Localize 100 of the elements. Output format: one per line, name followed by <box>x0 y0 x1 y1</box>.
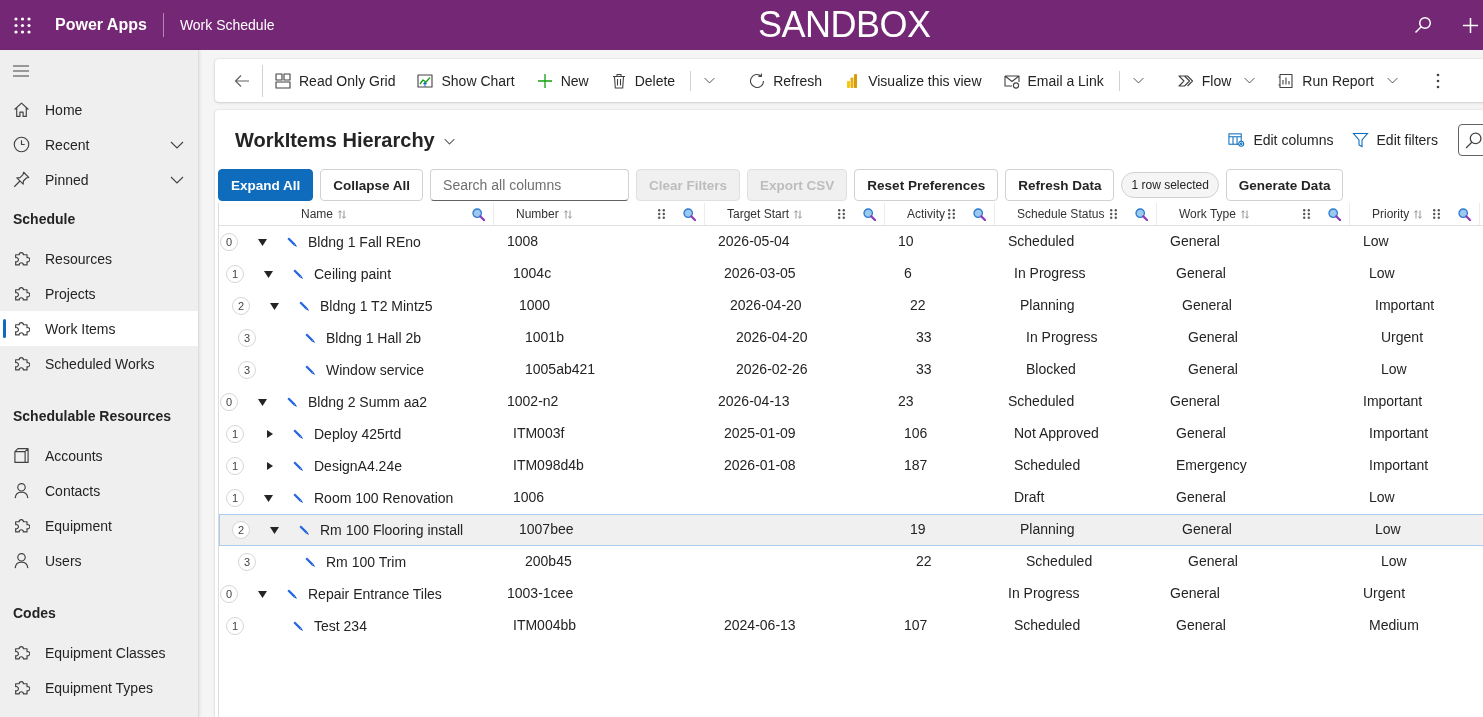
grip-icon[interactable] <box>838 209 845 219</box>
table-cell-text: General <box>1169 585 1221 601</box>
nav-item[interactable]: Scheduled Works <box>0 346 198 381</box>
nav-item[interactable]: Users <box>0 543 198 578</box>
search-icon[interactable] <box>472 207 485 221</box>
table-row[interactable]: 1 Deploy 425rtd ITM003f 2025-01-09 106 Not Approved General Important <box>219 418 1483 450</box>
column-header[interactable]: Priority <box>1350 203 1480 225</box>
command-button[interactable]: Email a Link <box>992 60 1115 101</box>
nav-item[interactable]: Equipment <box>0 508 198 543</box>
report-icon <box>1278 72 1295 89</box>
level-badge: 1 <box>226 425 244 443</box>
search-icon <box>1465 131 1482 149</box>
nav-item[interactable]: Pinned <box>0 162 198 197</box>
caret-right-icon[interactable] <box>267 430 273 438</box>
caret-down-icon[interactable] <box>269 302 279 310</box>
grip-icon[interactable] <box>1303 209 1310 219</box>
nav-item[interactable]: Equipment Types <box>0 670 198 705</box>
puzzle-icon <box>13 517 30 534</box>
back-arrow-icon[interactable] <box>234 72 250 89</box>
table-row[interactable]: 1 Ceiling paint 1004c 2026-03-05 6 In Progress General Low <box>219 258 1483 290</box>
search-icon[interactable] <box>1414 16 1432 34</box>
caret-down-icon[interactable] <box>263 270 273 278</box>
caret-down-icon[interactable] <box>257 590 267 598</box>
caret-right-icon[interactable] <box>267 462 273 470</box>
double-chevron-icon <box>1177 72 1194 89</box>
table-row[interactable]: 0 Bldng 2 Summ aa2 1002-n2 2026-04-13 23 Scheduled General Important <box>219 386 1483 418</box>
search-icon[interactable] <box>1458 207 1471 221</box>
table-row[interactable]: 3 Rm 100 Trim 200b45 22 Scheduled General Low <box>219 546 1483 578</box>
nav-item[interactable]: Resources <box>0 241 198 276</box>
command-button[interactable]: Flow <box>1166 60 1268 101</box>
table-cell: Rm 100 Trim <box>326 554 407 570</box>
command-button[interactable]: Delete <box>599 60 687 101</box>
table-cell-text: 2026-05-04 <box>717 233 791 249</box>
refresh-icon <box>749 72 766 89</box>
plus-icon[interactable] <box>1462 16 1479 34</box>
table-row[interactable]: 2 Bldng 1 T2 Mintz5 1000 2026-04-20 22 Planning General Important <box>219 290 1483 322</box>
column-header[interactable]: Target Start <box>705 203 885 225</box>
table-cell-text: General <box>1175 265 1227 281</box>
table-row[interactable]: 1 Test 234 ITM004bb 2024-06-13 107 Scheduled General Medium <box>219 610 1483 642</box>
nav-item[interactable]: Accounts <box>0 438 198 473</box>
sort-icon <box>1414 209 1423 219</box>
waffle-icon[interactable] <box>14 16 31 34</box>
search-icon[interactable] <box>1328 207 1341 221</box>
box-icon <box>13 447 30 464</box>
grip-icon[interactable] <box>1110 209 1117 219</box>
caret-down-icon[interactable] <box>263 494 273 502</box>
more-icon[interactable] <box>1435 72 1440 89</box>
grip-icon[interactable] <box>948 209 955 219</box>
caret-down-icon[interactable] <box>257 238 267 246</box>
table-row[interactable]: 3 Bldng 1 Hall 2b 1001b 2026-04-20 33 In Progress General Urgent <box>219 322 1483 354</box>
column-header[interactable]: Work Type <box>1157 203 1350 225</box>
nav-item[interactable]: Work Items <box>0 311 198 346</box>
command-button[interactable]: Visualize this view <box>833 60 993 101</box>
nav-item[interactable]: Equipment Classes <box>0 635 198 670</box>
table-row[interactable]: 3 Window service 1005ab421 2026-02-26 33 Blocked General Low <box>219 354 1483 386</box>
table-cell: Window service <box>326 362 425 378</box>
table-row[interactable]: 1 Room 100 Renovation 1006 Draft General Low <box>219 482 1483 514</box>
table-cell-text: 2026-01-08 <box>723 457 797 473</box>
command-button[interactable]: Read Only Grid <box>264 60 407 101</box>
table-row[interactable]: 0 Bldng 1 Fall REno 1008 2026-05-04 10 Scheduled General Low <box>219 226 1483 258</box>
nav-item[interactable]: Contacts <box>0 473 198 508</box>
table-cell-text: 1006 <box>512 489 546 505</box>
toolbar-button[interactable]: Collapse All <box>320 169 424 201</box>
table-row[interactable]: 0 Repair Entrance Tiles 1003-1cee In Progress General Urgent <box>219 578 1483 610</box>
nav-item[interactable]: Home <box>0 92 198 127</box>
search-icon[interactable] <box>1135 207 1148 221</box>
table-cell-text: 1000 <box>518 297 552 313</box>
search-icon[interactable] <box>973 207 986 221</box>
table-gear-icon <box>1228 132 1246 148</box>
command-button[interactable]: Show Chart <box>406 60 526 101</box>
app-name[interactable]: Power Apps <box>55 16 147 34</box>
column-header[interactable]: Activity <box>885 203 995 225</box>
toolbar-button[interactable]: Refresh Data <box>1005 169 1115 201</box>
search-icon[interactable] <box>863 207 876 221</box>
column-header[interactable]: Number <box>494 203 705 225</box>
search-icon[interactable] <box>683 207 696 221</box>
view-action-button[interactable]: Edit columns <box>1221 124 1341 156</box>
level-badge: 1 <box>226 457 244 475</box>
nav-item[interactable]: Recent <box>0 127 198 162</box>
table-row[interactable]: 1 DesignA4.24e ITM098d4b 2026-01-08 187 Scheduled Emergency Important <box>219 450 1483 482</box>
view-title[interactable]: WorkItems Hierarchy <box>235 128 435 152</box>
command-button[interactable]: Refresh <box>738 60 834 101</box>
column-header[interactable]: Name <box>219 203 494 225</box>
command-button[interactable]: New <box>525 60 600 101</box>
grip-icon[interactable] <box>1433 209 1440 219</box>
toolbar-button[interactable]: Generate Data <box>1225 169 1344 201</box>
table-cell-text: Not Approved <box>1013 425 1100 441</box>
table-row[interactable]: 2 Rm 100 Flooring install 1007bee 19 Planning General Low <box>219 514 1483 546</box>
table-cell-text: 1005ab421 <box>524 361 597 377</box>
grip-icon[interactable] <box>658 209 665 219</box>
view-action-button[interactable]: Edit filters <box>1344 124 1445 156</box>
toolbar-button[interactable]: Expand All <box>218 169 314 201</box>
pencil-icon <box>293 493 303 503</box>
pencil-icon <box>287 589 297 599</box>
caret-down-icon[interactable] <box>269 526 279 534</box>
column-header[interactable]: Schedule Status <box>995 203 1157 225</box>
command-button[interactable]: Run Report <box>1267 60 1410 101</box>
caret-down-icon[interactable] <box>257 398 267 406</box>
nav-item[interactable]: Projects <box>0 276 198 311</box>
toolbar-button[interactable]: Reset Preferences <box>854 169 999 201</box>
